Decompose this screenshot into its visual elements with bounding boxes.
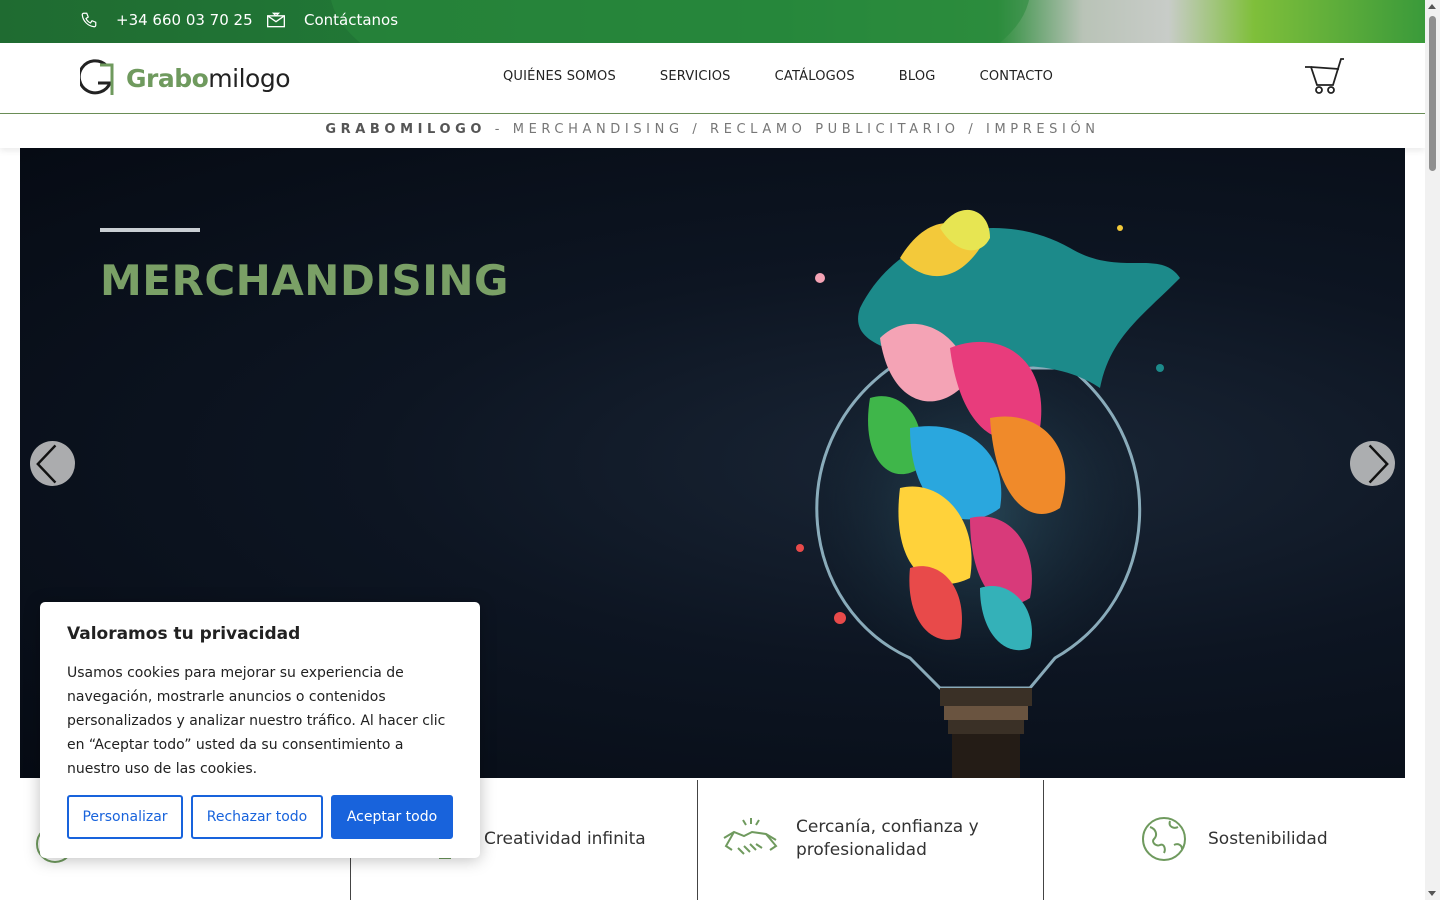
scroll-down-arrow[interactable]: [1428, 891, 1436, 896]
cart-button[interactable]: [1303, 55, 1345, 101]
phone-icon: [81, 12, 97, 28]
feature-divider: [697, 780, 698, 900]
nav-blog[interactable]: BLOG: [899, 69, 936, 84]
feature-cercania: Cercanía, confianza y profesionalidad: [722, 778, 986, 900]
tagline-bar: GRABOMILOGO - MERCHANDISING / RECLAMO PU…: [0, 114, 1425, 148]
slider-prev-button[interactable]: [30, 441, 75, 486]
customize-button[interactable]: Personalizar: [67, 795, 183, 839]
scroll-up-arrow[interactable]: [1428, 4, 1436, 9]
tagline-brand: GRABOMILOGO: [325, 122, 487, 137]
contact-label: Contáctanos: [304, 11, 399, 29]
nav-catalogos[interactable]: CATÁLOGOS: [775, 69, 855, 84]
nav-contacto[interactable]: CONTACTO: [980, 69, 1053, 84]
cookie-text: Usamos cookies para mejorar su experienc…: [67, 665, 446, 777]
handshake-icon: [723, 818, 778, 855]
cookie-buttons: Personalizar Rechazar todo Aceptar todo: [67, 795, 461, 839]
logo-mark-icon: [80, 59, 114, 95]
logo-text-part1: Grabo: [126, 63, 209, 93]
site-logo[interactable]: Grabomilogo: [80, 59, 291, 97]
main-nav: QUIÉNES SOMOS SERVICIOS CATÁLOGOS BLOG C…: [503, 69, 1097, 84]
logo-text: Grabomilogo: [126, 63, 291, 93]
feature-label: Cercanía, confianza y profesionalidad: [796, 817, 979, 860]
feature-divider: [1043, 780, 1044, 900]
accept-all-button[interactable]: Aceptar todo: [331, 795, 453, 839]
phone-number: +34 660 03 70 25: [116, 11, 253, 29]
tagline-text: - MERCHANDISING / RECLAMO PUBLICITARIO /…: [486, 122, 1100, 137]
nav-servicios[interactable]: SERVICIOS: [660, 69, 731, 84]
reject-all-button[interactable]: Rechazar todo: [191, 795, 323, 839]
globe-icon: [1142, 817, 1186, 861]
decorative-shape: [330, 0, 1030, 43]
page-scrollbar[interactable]: [1425, 0, 1440, 900]
chevron-right-icon: [1368, 444, 1389, 483]
feature-sostenibilidad: Sostenibilidad: [1140, 778, 1328, 900]
feature-label: Sostenibilidad: [1208, 829, 1328, 849]
paint-lightbulb-image: [796, 209, 1180, 778]
scroll-thumb[interactable]: [1429, 16, 1436, 171]
contact-link[interactable]: Contáctanos: [266, 11, 398, 29]
envelope-icon: [267, 12, 285, 28]
slider-next-button[interactable]: [1350, 441, 1395, 486]
hero-title: MERCHANDISING: [100, 256, 509, 305]
logo-text-part2: milogo: [208, 63, 291, 93]
phone-link[interactable]: +34 660 03 70 25: [80, 11, 253, 29]
cart-icon: [1305, 58, 1344, 94]
cookie-title: Valoramos tu privacidad: [67, 624, 301, 644]
chevron-left-icon: [36, 444, 57, 483]
nav-quienes-somos[interactable]: QUIÉNES SOMOS: [503, 69, 616, 84]
feature-label: Creatividad infinita: [484, 829, 646, 849]
title-accent-rule: [100, 228, 200, 232]
top-contact-bar: +34 660 03 70 25 Contáctanos: [0, 0, 1425, 43]
cookie-consent-dialog: Valoramos tu privacidad Usamos cookies p…: [40, 602, 480, 858]
site-header: Grabomilogo QUIÉNES SOMOS SERVICIOS CATÁ…: [0, 43, 1425, 114]
